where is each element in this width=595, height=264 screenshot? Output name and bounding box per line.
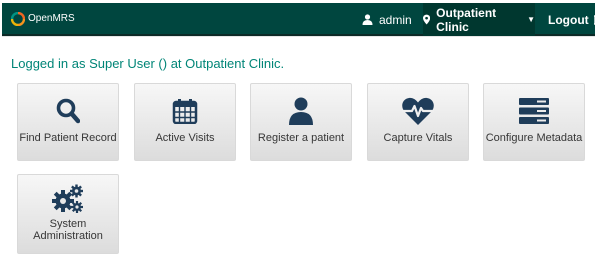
search-icon xyxy=(56,96,80,126)
logout-link[interactable]: Logout xyxy=(548,3,595,36)
app-label: System Administration xyxy=(33,218,103,242)
location-name: Outpatient Clinic xyxy=(436,5,497,34)
username: admin xyxy=(379,12,412,27)
app-find-patient-record[interactable]: Find Patient Record xyxy=(17,83,119,161)
heartbeat-icon xyxy=(401,96,435,126)
server-icon xyxy=(519,96,549,126)
openmrs-logo-icon xyxy=(11,12,25,26)
chevron-down-icon: ▼ xyxy=(527,15,535,24)
header-divider xyxy=(2,36,595,37)
app-register-patient[interactable]: Register a patient xyxy=(250,83,352,161)
welcome-message: Logged in as Super User () at Outpatient… xyxy=(11,56,285,71)
app-label: Register a patient xyxy=(257,132,345,144)
logout-label: Logout xyxy=(548,12,589,27)
user-menu[interactable]: admin xyxy=(362,3,412,36)
brand-logo[interactable]: OpenMRS xyxy=(11,12,75,26)
app-label: Find Patient Record xyxy=(19,132,117,144)
gears-icon xyxy=(52,184,84,214)
app-label: Capture Vitals xyxy=(383,132,453,144)
user-icon xyxy=(362,14,373,25)
user-icon xyxy=(289,96,313,126)
app-label: Active Visits xyxy=(155,132,215,144)
location-selector[interactable]: Outpatient Clinic ▼ xyxy=(423,3,535,36)
map-marker-icon xyxy=(423,14,431,25)
app-system-administration[interactable]: System Administration xyxy=(17,174,119,254)
brand-name: OpenMRS xyxy=(28,13,75,24)
app-capture-vitals[interactable]: Capture Vitals xyxy=(367,83,469,161)
app-configure-metadata[interactable]: Configure Metadata xyxy=(483,83,585,161)
app-label: Configure Metadata xyxy=(485,132,583,144)
header-bar: OpenMRS admin Outpatient Clinic ▼ Logout xyxy=(2,3,595,36)
app-active-visits[interactable]: Active Visits xyxy=(134,83,236,161)
calendar-icon xyxy=(172,96,198,126)
